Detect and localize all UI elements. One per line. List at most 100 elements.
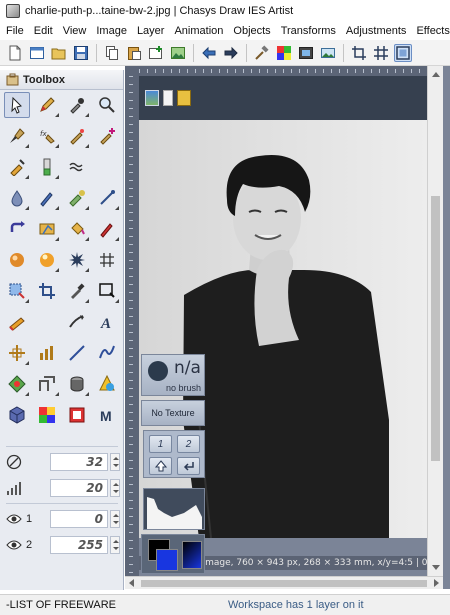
new-file-icon[interactable] — [6, 44, 24, 62]
layer-1-button[interactable]: 1 — [149, 435, 172, 453]
text-tool-icon[interactable]: A — [94, 309, 120, 335]
curve-tool-icon[interactable] — [94, 340, 120, 366]
calligraphy-tool-icon[interactable] — [64, 309, 90, 335]
transform-tool-icon[interactable] — [4, 340, 30, 366]
sharpen-tool-icon[interactable] — [34, 185, 60, 211]
menu-transforms[interactable]: Transforms — [275, 25, 340, 37]
color-picker-tool-icon[interactable] — [64, 92, 90, 118]
menu-image[interactable]: Image — [90, 25, 131, 37]
lock-icon[interactable] — [177, 90, 191, 106]
pencil-tool-icon[interactable] — [34, 92, 60, 118]
color-brush-tool-icon[interactable] — [94, 216, 120, 242]
macro-tool-icon[interactable]: M — [94, 402, 120, 428]
palette-icon[interactable] — [275, 44, 293, 62]
menu-objects[interactable]: Objects — [227, 25, 274, 37]
cube-tool-icon[interactable] — [4, 402, 30, 428]
layer-2-button[interactable]: 2 — [177, 435, 200, 453]
vertical-scroll-thumb[interactable] — [431, 196, 440, 461]
open-folder-icon[interactable] — [50, 44, 68, 62]
scroll-up-icon[interactable] — [432, 72, 440, 77]
cylinder-tool-icon[interactable] — [64, 371, 90, 397]
glow-sphere-tool-icon[interactable] — [34, 247, 60, 273]
new-layer-icon[interactable] — [147, 44, 165, 62]
threshold-field[interactable]: 255 — [50, 536, 108, 554]
fill-tool-icon[interactable] — [64, 216, 90, 242]
menu-layer[interactable]: Layer — [131, 25, 169, 37]
clone-brush-tool-icon[interactable] — [94, 123, 120, 149]
line-brush-tool-icon[interactable] — [94, 185, 120, 211]
dropper-tool-icon[interactable] — [64, 278, 90, 304]
fx-brush-tool-icon[interactable]: fx — [34, 123, 60, 149]
menu-animation[interactable]: Animation — [168, 25, 227, 37]
dodge-burn-tool-icon[interactable] — [64, 185, 90, 211]
brush-size-spinner[interactable] — [110, 453, 120, 471]
scroll-down-icon[interactable] — [432, 565, 440, 570]
image-thumbnail-icon[interactable] — [145, 90, 159, 106]
picture-icon[interactable] — [319, 44, 337, 62]
horizontal-scroll-thumb[interactable] — [141, 580, 427, 587]
grid-icon[interactable] — [372, 44, 390, 62]
color-grid-tool-icon[interactable] — [34, 402, 60, 428]
new-window-icon[interactable] — [28, 44, 46, 62]
vertical-scrollbar[interactable] — [427, 66, 443, 576]
wave-tool-icon[interactable] — [64, 154, 90, 180]
line-tool-icon[interactable] — [64, 340, 90, 366]
path-tool-icon[interactable] — [34, 371, 60, 397]
crop-frame-icon[interactable] — [350, 44, 368, 62]
zoom-tool-icon[interactable] — [94, 92, 120, 118]
menu-adjustments[interactable]: Adjustments — [340, 25, 411, 37]
splat-tool-icon[interactable] — [64, 247, 90, 273]
paste-icon[interactable] — [125, 44, 143, 62]
texture-palette[interactable]: No Texture — [141, 400, 205, 426]
smudge-brush-tool-icon[interactable] — [4, 154, 30, 180]
menu-effects[interactable]: Effects — [410, 25, 450, 37]
redo-icon[interactable] — [222, 44, 240, 62]
scroll-left-icon[interactable] — [129, 579, 134, 587]
shapes-tool-icon[interactable] — [4, 371, 30, 397]
opacity-field[interactable]: 20 — [50, 479, 108, 497]
crop-tool-icon[interactable] — [34, 278, 60, 304]
secondary-color-swatch[interactable] — [156, 549, 178, 571]
region-select-tool-icon[interactable] — [94, 278, 120, 304]
title-bar: charlie-puth-p...taine-bw-2.jpg | Chasys… — [0, 0, 450, 22]
horizontal-scrollbar[interactable] — [125, 576, 443, 589]
brush-size-field[interactable]: 32 — [50, 453, 108, 471]
fullscreen-icon[interactable] — [394, 43, 412, 62]
threshold-spinner[interactable] — [110, 536, 120, 554]
move-up-button[interactable] — [149, 457, 172, 475]
pointer-tool-icon[interactable] — [4, 92, 30, 118]
gradient-tool-icon[interactable] — [34, 216, 60, 242]
marker-tool-icon[interactable] — [4, 309, 30, 335]
undo-icon[interactable] — [200, 44, 218, 62]
menu-edit[interactable]: Edit — [28, 25, 57, 37]
save-icon[interactable] — [72, 44, 90, 62]
add-image-icon[interactable] — [169, 44, 187, 62]
brush-tool-icon[interactable] — [4, 123, 30, 149]
status-bar: -LIST OF FREEWARE Workspace has 1 layer … — [0, 594, 450, 615]
scroll-right-icon[interactable] — [434, 579, 439, 587]
bar-chart-tool-icon[interactable] — [34, 340, 60, 366]
tolerance-spinner[interactable] — [110, 510, 120, 528]
menu-view[interactable]: View — [57, 25, 91, 37]
enter-button[interactable] — [177, 457, 200, 475]
eraser-tool-icon[interactable] — [34, 154, 60, 180]
hammer-icon[interactable] — [253, 44, 271, 62]
stamp-tool-icon[interactable] — [64, 402, 90, 428]
brush-palette[interactable]: n/a no brush — [141, 354, 205, 396]
select-tool-icon[interactable] — [4, 278, 30, 304]
workspace[interactable]: Flat image, 760 × 943 px, 268 × 333 mm, … — [125, 66, 450, 589]
layer-thumbnail-icon[interactable] — [163, 90, 173, 106]
redo-arrow-tool-icon[interactable] — [4, 216, 30, 242]
color-shapes-tool-icon[interactable] — [94, 371, 120, 397]
mesh-warp-tool-icon[interactable] — [94, 247, 120, 273]
sphere-tool-icon[interactable] — [4, 247, 30, 273]
menu-file[interactable]: File — [0, 25, 28, 37]
brush-name: n/a — [174, 358, 201, 378]
airbrush-tool-icon[interactable] — [64, 123, 90, 149]
opacity-spinner[interactable] — [110, 479, 120, 497]
tolerance-field[interactable]: 0 — [50, 510, 108, 528]
copy-icon[interactable] — [103, 44, 121, 62]
film-icon[interactable] — [297, 44, 315, 62]
color-blend-swatch[interactable] — [182, 541, 202, 569]
blur-drop-tool-icon[interactable] — [4, 185, 30, 211]
